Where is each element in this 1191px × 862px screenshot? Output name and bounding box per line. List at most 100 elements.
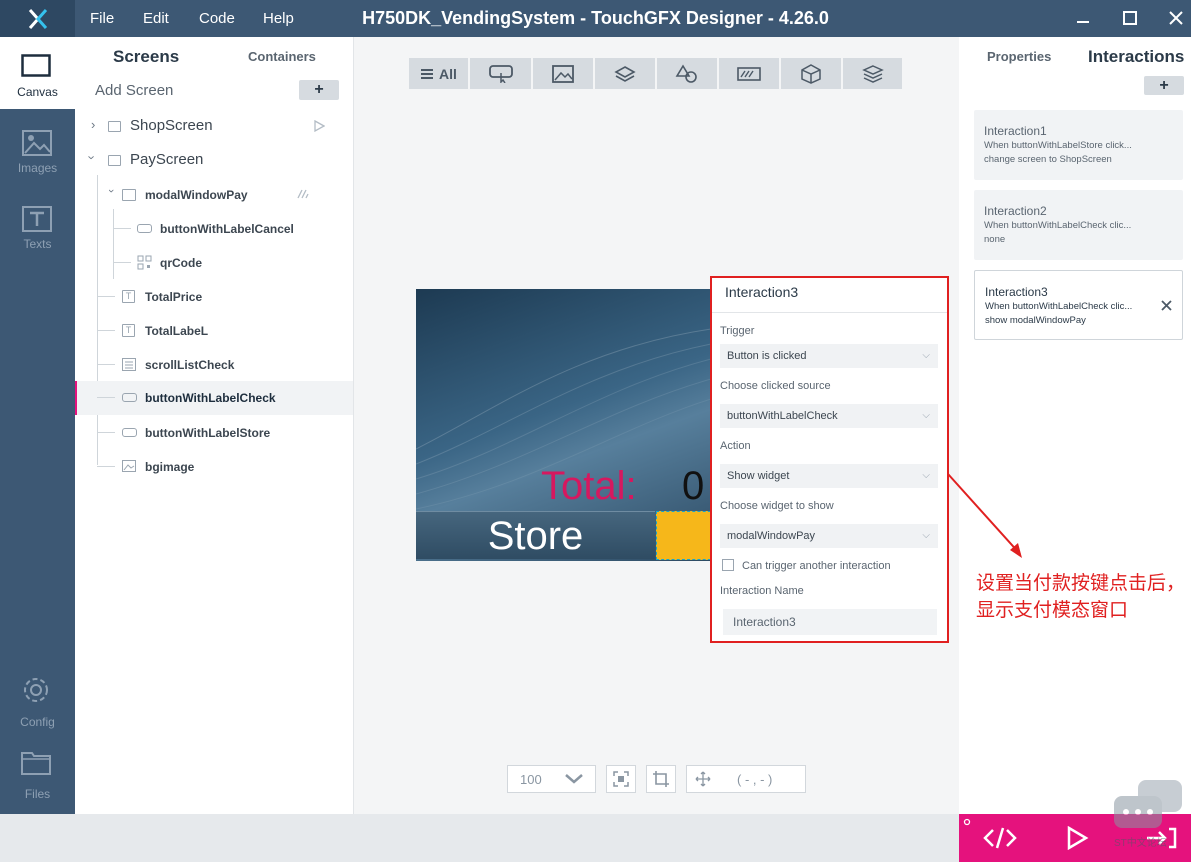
tab-containers[interactable]: Containers [248,49,316,64]
button-click-icon [488,64,513,83]
nav-files[interactable]: Files [0,739,75,811]
layers-icon [614,65,636,82]
tree-item-shopscreen[interactable]: › ShopScreen [75,115,353,137]
tree-item-label: qrCode [160,256,202,270]
menu-help[interactable]: Help [263,0,294,37]
store-button[interactable]: Store [416,511,655,559]
trigger-select[interactable]: Button is clicked ⌵ [720,344,938,368]
check-button[interactable] [656,511,711,560]
list-icon [122,358,136,371]
nav-canvas-label: Canvas [17,85,58,99]
device-screen-preview[interactable]: Total: 0 Store [416,289,711,561]
close-button[interactable] [1164,6,1188,30]
chevron-down-icon: ⌵ [922,410,930,421]
annotation-text: 设置当付款按键点击后，显示支付模态窗口 [976,573,1186,621]
action-label: Action [720,440,751,452]
cube-icon [801,63,821,84]
play-icon[interactable] [313,120,325,132]
add-interaction-button[interactable]: + [1144,76,1184,95]
widget-filter-images[interactable] [533,58,593,89]
add-screen-button[interactable]: + [299,80,339,100]
widget-filter-containers[interactable] [595,58,655,89]
source-select[interactable]: buttonWithLabelCheck ⌵ [720,404,938,428]
nav-config[interactable]: Config [0,667,75,739]
widget-filter-all-label: All [439,65,457,82]
folder-icon [21,752,51,775]
tree-item-scrolllistcheck[interactable]: scrollListCheck [75,355,353,375]
menu-file[interactable]: File [90,0,114,37]
chevron-down-icon[interactable]: › [85,155,100,159]
chevron-down-icon: ⌵ [922,470,930,481]
tree-item-label: ShopScreen [130,117,213,134]
chain-label: Can trigger another interaction [742,560,891,572]
tree-item-buttonwithlabelcheck[interactable]: buttonWithLabelCheck [75,381,353,415]
menu-edit[interactable]: Edit [143,0,169,37]
tree-item-totallabel[interactable]: T TotalLabeL [75,321,353,341]
progress-icon [737,66,761,81]
title-bar: File Edit Code Help H750DK_VendingSystem… [0,0,1191,37]
tree-item-label: bgimage [145,460,195,474]
interaction-card-1[interactable]: Interaction1 When buttonWithLabelStore c… [974,110,1183,180]
textarea-icon: T [122,290,135,303]
interaction-card-3[interactable]: Interaction3 When buttonWithLabelCheck c… [974,270,1183,340]
interaction-name: Interaction1 [984,124,1047,138]
menu-code[interactable]: Code [199,0,235,37]
tab-screens[interactable]: Screens [113,47,179,67]
coordinate-value: ( - , - ) [737,771,773,787]
widget-filter-all[interactable]: All [409,58,468,89]
button-icon [137,224,152,233]
image-icon [122,460,136,472]
chat-bubble-icon [1114,780,1182,828]
tree-item-qrcode[interactable]: qrCode [75,253,353,273]
minimize-button[interactable] [1071,6,1095,30]
interaction-card-2[interactable]: Interaction2 When buttonWithLabelCheck c… [974,190,1183,260]
interaction-action: show modalWindowPay [985,315,1086,326]
close-icon[interactable] [1161,300,1172,311]
source-label: Choose clicked source [720,380,831,392]
nav-images[interactable]: Images [0,113,75,185]
chain-checkbox[interactable] [722,559,734,571]
tree-item-payscreen[interactable]: › PayScreen [75,149,353,171]
widget-filter-progress[interactable] [719,58,779,89]
tree-item-label: TotalPrice [145,290,203,304]
chevron-down-icon[interactable]: › [105,189,117,193]
watermark-logo: ST中文论坛 [1112,778,1184,849]
widget-select[interactable]: modalWindowPay ⌵ [720,524,938,548]
interaction-name-input[interactable]: Interaction3 [723,609,937,635]
nav-texts-label: Texts [23,237,52,251]
crop-button[interactable] [646,765,676,793]
tab-properties[interactable]: Properties [987,49,1051,64]
tree-item-totalprice[interactable]: T TotalPrice [75,287,353,307]
screens-panel: Screens Containers Add Screen + › ShopSc… [75,37,354,814]
widget-filter-3d[interactable] [781,58,841,89]
nav-texts[interactable]: Texts [0,189,75,261]
nav-canvas[interactable]: Canvas [0,37,75,109]
maximize-icon [1123,11,1137,25]
action-select[interactable]: Show widget ⌵ [720,464,938,488]
tree-item-buttonwithlabelcancel[interactable]: buttonWithLabelCancel [75,219,353,239]
button-icon [122,393,137,402]
tab-interactions[interactable]: Interactions [1088,47,1184,67]
widget-filter-buttons[interactable] [470,58,531,89]
tree-item-label: PayScreen [130,151,204,168]
maximize-button[interactable] [1118,6,1142,30]
interaction-name: Interaction2 [984,204,1047,218]
tree-item-modalwindowpay[interactable]: › modalWindowPay [75,185,353,205]
interaction-trigger: When buttonWithLabelCheck clic... [985,301,1133,312]
minimize-icon [1077,21,1089,23]
widget-filter-stack[interactable] [843,58,902,89]
widget-filter-shapes[interactable] [657,58,717,89]
left-navigation: Canvas Images Texts Config Files [0,37,75,862]
tree-item-bgimage[interactable]: bgimage [75,457,353,477]
generate-code-icon[interactable] [983,826,1017,850]
run-simulator-icon[interactable] [1065,826,1089,850]
chevron-right-icon[interactable]: › [91,117,95,132]
add-screen-label: Add Screen [95,82,174,99]
fit-screen-button[interactable] [606,765,636,793]
tree-item-label: modalWindowPay [145,188,248,202]
zoom-select[interactable]: 100 [507,765,596,793]
tree-item-buttonwithlabelstore[interactable]: buttonWithLabelStore [75,423,353,443]
canvas-icon [21,54,51,77]
visibility-hidden-icon[interactable] [297,189,309,199]
watermark-text: ST中文论坛 [1114,838,1167,849]
